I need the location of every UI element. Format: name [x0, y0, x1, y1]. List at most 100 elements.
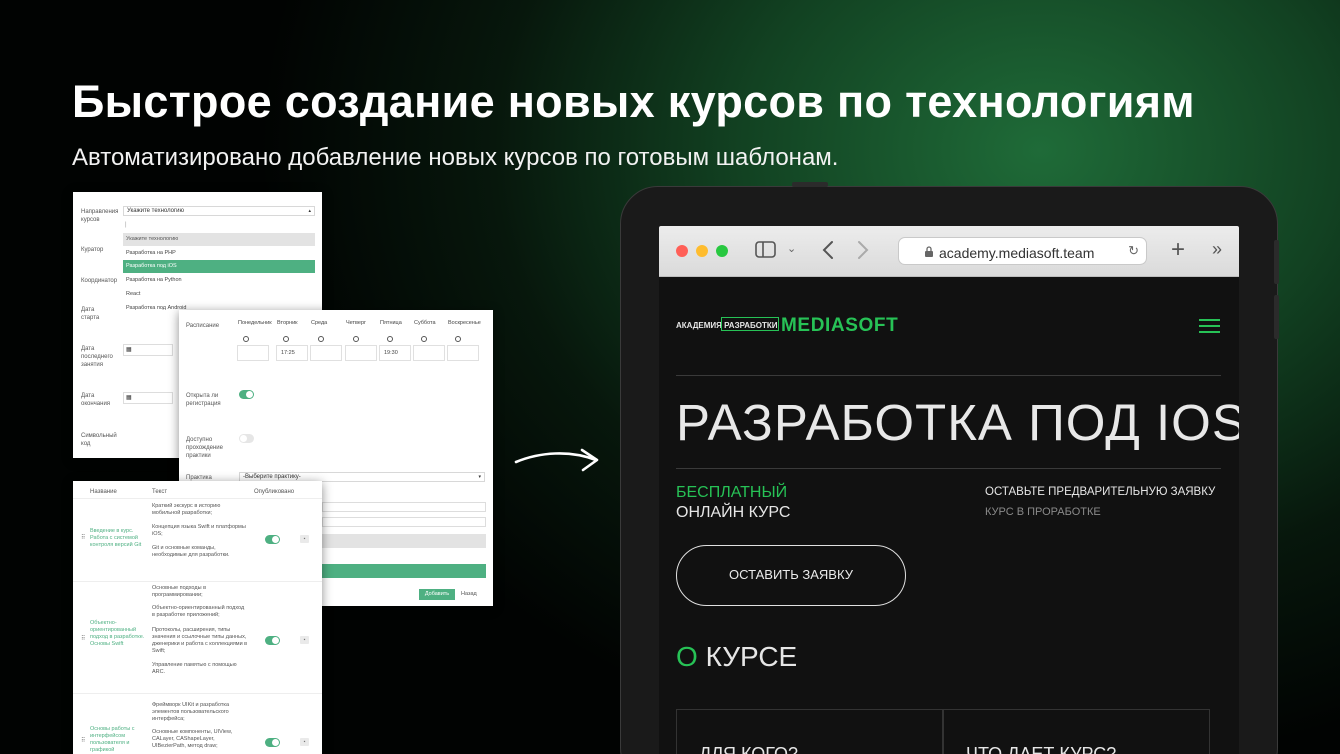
label-directions: Направления курсов	[81, 209, 119, 223]
sidebar-icon[interactable]	[755, 241, 777, 259]
new-tab-icon[interactable]: +	[1171, 236, 1185, 264]
practice-select-value: -Выберите практику-	[243, 474, 301, 480]
col-header-text: Текст	[152, 489, 168, 495]
drag-handle-icon[interactable]: ⠿	[81, 737, 85, 744]
published-toggle[interactable]	[265, 738, 280, 747]
day-label: Пятница	[380, 320, 402, 326]
published-toggle[interactable]	[265, 636, 280, 645]
url-text: academy.mediasoft.team	[939, 245, 1095, 261]
col-header-name: Название	[90, 489, 117, 495]
back-arrow-icon[interactable]	[821, 240, 835, 260]
price-label: БЕСПЛАТНЫЙ	[676, 484, 788, 501]
day-label: Суббота	[414, 320, 436, 326]
direction-option[interactable]: React	[123, 288, 315, 301]
label-start-date: Дата старта	[81, 307, 100, 321]
practice-available-toggle[interactable]	[239, 434, 254, 443]
forward-arrow-icon[interactable]	[856, 240, 870, 260]
trash-icon[interactable]: ▪	[300, 636, 309, 644]
submit-request-button[interactable]: ОСТАВИТЬ ЗАЯВКУ	[676, 545, 906, 606]
direction-option-selected[interactable]: Разработка под iOS	[123, 260, 315, 273]
time-input[interactable]	[413, 345, 445, 361]
lesson-text: Протоколы, расширения, типы значения и с…	[152, 627, 248, 654]
col-header-published: Опубликовано	[254, 489, 295, 495]
day-label: Понедельник	[238, 320, 272, 326]
menu-icon[interactable]	[1199, 319, 1220, 334]
time-input[interactable]	[310, 345, 342, 361]
trash-icon[interactable]: ▪	[300, 535, 309, 543]
clock-icon	[455, 336, 461, 342]
clock-icon	[318, 336, 324, 342]
lesson-name-link[interactable]: Введение в курс. Работа с системой контр…	[90, 528, 148, 549]
label-symbolic-code: Символьный код	[81, 433, 117, 447]
search-cursor: |	[125, 222, 127, 228]
drag-handle-icon[interactable]: ⠿	[81, 534, 85, 541]
card-title: ДЛЯ КОГО?	[699, 744, 799, 754]
direction-option[interactable]: Разработка на PHP	[123, 247, 315, 260]
trash-icon[interactable]: ▪	[300, 738, 309, 746]
lesson-text: Управление памятью с помощью ARC.	[152, 662, 237, 675]
time-input[interactable]	[237, 345, 269, 361]
minimize-window-button[interactable]	[696, 245, 708, 257]
label-coordinator: Координатор	[81, 278, 118, 284]
direction-select[interactable]: Укажите технологию ▴	[123, 206, 315, 216]
divider	[676, 468, 1221, 469]
lesson-name-link[interactable]: Объектно-ориентированный подход в разраб…	[90, 620, 148, 648]
direction-option[interactable]: Укажите технологию	[123, 233, 315, 246]
back-button[interactable]: Назад	[461, 591, 477, 597]
pre-request-text: ОСТАВЬТЕ ПРЕДВАРИТЕЛЬНУЮ ЗАЯВКУ	[985, 486, 1216, 498]
card-title: ЧТО ДАЕТ КУРС?	[966, 744, 1117, 754]
registration-toggle[interactable]	[239, 390, 254, 399]
lesson-text: Фреймворк UIKit и разработка элементов п…	[152, 702, 229, 722]
practice-option-selected[interactable]	[322, 564, 486, 578]
tablet-screen: ⌄ academy.mediasoft.team ↻ + » АКАДЕМИЯ …	[659, 226, 1239, 754]
time-input[interactable]: 19:30	[379, 345, 411, 361]
lesson-text: Краткий экскурс в историю мобильной разр…	[152, 503, 221, 516]
lesson-text: Git и основные команды, необходимые для …	[152, 545, 230, 558]
day-label: Воскресенье	[448, 320, 481, 326]
label-end-date: Дата окончания	[81, 393, 111, 407]
more-tabs-icon[interactable]: »	[1212, 239, 1222, 260]
info-card-audience[interactable]: ДЛЯ КОГО?	[676, 709, 943, 754]
day-label: Среда	[311, 320, 328, 326]
chevron-down-icon[interactable]: ⌄	[787, 242, 796, 255]
address-bar[interactable]: academy.mediasoft.team ↻	[898, 237, 1147, 265]
lock-icon	[925, 246, 933, 257]
time-input[interactable]: 17:25	[276, 345, 308, 361]
about-prefix: О	[676, 641, 698, 672]
practice-search-field[interactable]	[322, 502, 486, 512]
add-button[interactable]: Добавить	[419, 589, 455, 600]
maximize-window-button[interactable]	[716, 245, 728, 257]
calendar-icon: ▦	[126, 347, 132, 353]
reload-icon[interactable]: ↻	[1128, 243, 1139, 259]
lesson-text: Объектно-ориентированный подход в разраб…	[152, 605, 245, 618]
label-practice-available: Доступно прохождение практики	[186, 437, 223, 459]
label-schedule: Расписание	[186, 323, 220, 329]
hero-title: Быстрое создание новых курсов по техноло…	[72, 76, 1195, 127]
day-label: Четверг	[346, 320, 367, 326]
practice-option[interactable]	[322, 517, 486, 527]
tablet-button	[1274, 295, 1279, 339]
calendar-icon: ▦	[126, 395, 132, 401]
close-window-button[interactable]	[676, 245, 688, 257]
table-divider	[73, 581, 322, 582]
clock-icon	[421, 336, 427, 342]
lesson-text: Концепция языка Swift и платформы iOS;	[152, 524, 246, 537]
practice-option[interactable]	[322, 534, 486, 548]
end-date-input[interactable]: ▦	[123, 392, 173, 404]
tablet-button	[1274, 240, 1279, 284]
website: АКАДЕМИЯ РАЗРАБОТКИ MEDIASOFT РАЗРАБОТКА…	[659, 277, 1239, 754]
logo-mediasoft[interactable]: MEDIASOFT	[781, 315, 898, 337]
direction-option[interactable]: Разработка на Python	[123, 274, 315, 287]
drag-handle-icon[interactable]: ⠿	[81, 635, 85, 642]
published-toggle[interactable]	[265, 535, 280, 544]
page-title: РАЗРАБОТКА ПОД IOS	[676, 394, 1239, 451]
time-input[interactable]	[345, 345, 377, 361]
arrow-icon	[514, 448, 599, 472]
last-lesson-date-input[interactable]: ▦	[123, 344, 173, 356]
lesson-name-link[interactable]: Основы работы с интерфейсом пользователя…	[90, 726, 148, 754]
info-card-benefits[interactable]: ЧТО ДАЕТ КУРС?	[943, 709, 1210, 754]
clock-icon	[353, 336, 359, 342]
format-label: ОНЛАЙН КУРС	[676, 504, 791, 521]
time-input[interactable]	[447, 345, 479, 361]
logo-frame	[721, 317, 779, 331]
